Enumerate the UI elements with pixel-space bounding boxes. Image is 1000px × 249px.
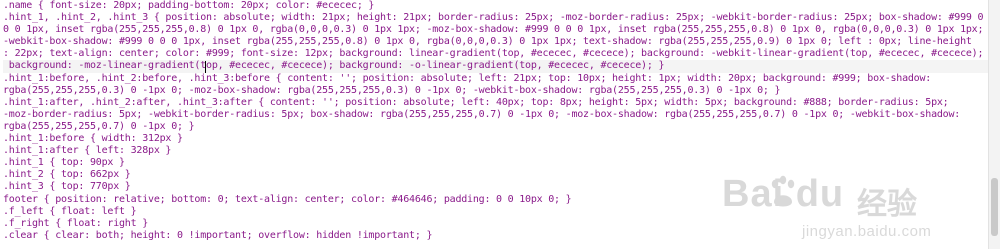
code-line: rgba(255,255,255,0.3) 0 -1px 0; -moz-box…	[3, 84, 781, 96]
vertical-scrollbar[interactable]	[988, 0, 1000, 249]
code-line: .hint_1:after, .hint_2:after, .hint_3:af…	[3, 96, 949, 108]
code-line: .hint_2 { top: 662px }	[3, 169, 131, 181]
code-line: .name { font-size: 20px; padding-bottom:…	[3, 0, 375, 11]
scrollbar-thumb[interactable]	[991, 178, 998, 236]
code-line: : 22px; text-align: center; color: #999;…	[3, 48, 984, 60]
code-line: rgba(255,255,255,0.7) 0 -1px 0; }	[3, 120, 195, 132]
code-line: footer { position: relative; bottom: 0; …	[3, 193, 572, 205]
code-line: .clear { clear: both; height: 0 !importa…	[3, 229, 433, 241]
code-line: .f_right { float: right }	[3, 217, 149, 229]
code-line: .f_left { float: left }	[3, 205, 137, 217]
text-cursor	[205, 61, 206, 73]
code-line: .hint_1:before { width: 312px }	[3, 133, 183, 145]
code-line: .hint_1 { top: 90px }	[3, 157, 125, 169]
code-line: -moz-border-radius: 5px; -webkit-border-…	[3, 108, 961, 120]
css-code-block[interactable]: .name { font-size: 20px; padding-bottom:…	[0, 0, 988, 242]
code-line: .hint_3 { top: 770px }	[3, 181, 131, 193]
code-line: .hint_1:after { left: 328px }	[3, 145, 172, 157]
code-line: .hint_1:before, .hint_2:before, .hint_3:…	[3, 72, 932, 84]
code-line: 0 0 1px, inset rgba(255,255,255,0.8) 0 1…	[3, 24, 984, 36]
code-line: background: -moz-linear-gradient(top, #e…	[3, 60, 988, 73]
code-editor[interactable]: .name { font-size: 20px; padding-bottom:…	[0, 0, 989, 249]
code-line: -webkit-box-shadow: #999 0 0 0 1px, inse…	[3, 36, 972, 48]
code-line: .hint_1, .hint_2, .hint_3 { position: ab…	[3, 12, 984, 24]
